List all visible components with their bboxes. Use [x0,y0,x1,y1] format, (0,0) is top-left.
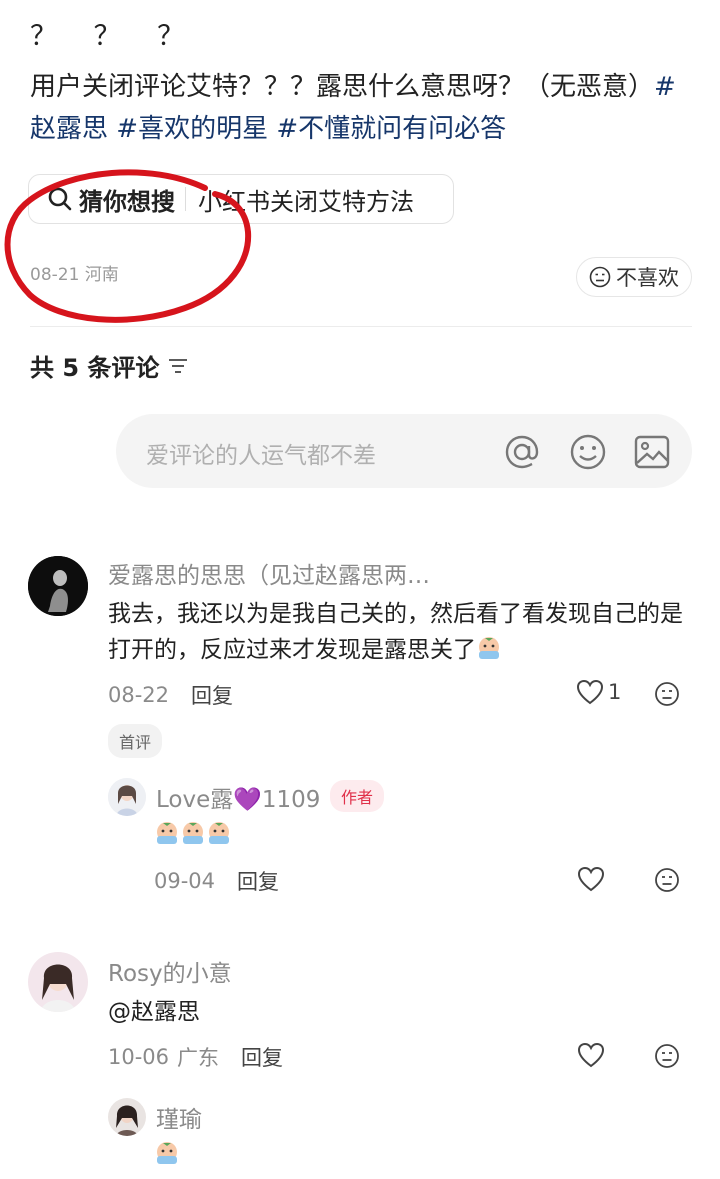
reply-button[interactable]: 回复 [241,1042,283,1072]
comment-meta: 10-06 广东 回复 [108,1042,283,1072]
sad-face-icon[interactable] [654,681,680,707]
comment-count-header: 共 5 条评论 [30,348,189,383]
guess-search-chip[interactable]: 猜你想搜 小红书关闭艾特方法 [28,174,454,224]
comment-username[interactable]: Rosy的小意 [108,954,232,988]
crying-emoji-icon [479,637,499,659]
crying-emoji-icon [183,822,203,844]
guess-search-query[interactable]: 小红书关闭艾特方法 [198,182,414,217]
heart-icon[interactable] [576,679,604,705]
comment-location: 广东 [177,1046,220,1070]
crying-emoji-icon [157,822,177,844]
comment-date: 08-22 [108,683,170,707]
comment-text: 我去，我还以为是我自己关的，然后看了看发现自己的是打开的，反应过来才发现是露思关… [108,596,688,668]
avatar-photo [108,778,146,816]
reply-emojis [154,820,232,846]
avatar-photo [108,1098,146,1136]
emoji-icon[interactable] [568,432,608,472]
sad-face-icon [589,266,611,288]
post-location: 河南 [84,265,119,285]
mention-icon[interactable] [502,432,542,472]
comment-username[interactable]: 爱露思的思思（见过赵露思两… [108,556,430,590]
reply-date: 09-04 [154,869,216,893]
author-badge: 作者 [330,780,385,812]
chip-divider [185,187,186,211]
heart-icon[interactable] [577,866,605,892]
post-text: 用户关闭评论艾特？？？露思什么意思呀？（无恶意）#赵露思 #喜欢的明星 #不懂就… [30,66,680,150]
search-icon [48,187,72,211]
guess-search-label: 猜你想搜 [79,187,175,216]
image-icon[interactable] [632,432,672,472]
divider [30,326,692,327]
post-date-location: 08-21 河南 [30,260,119,285]
sort-filter-icon[interactable] [167,357,189,375]
avatar[interactable] [28,952,88,1012]
crying-emoji-icon [209,822,229,844]
reply-emojis [154,1140,180,1166]
like-count: 1 [608,680,622,704]
avatar[interactable] [108,778,146,816]
avatar-photo [28,556,88,616]
post-text-plain: 用户关闭评论艾特？？？露思什么意思呀？（无恶意） [30,72,655,102]
comment-count: 共 5 条评论 [30,354,160,382]
comment-date: 10-06 [108,1045,170,1069]
comment-meta: 08-22 回复 [108,680,233,710]
comment-input[interactable]: 爱评论的人运气都不差 [116,414,692,488]
avatar[interactable] [108,1098,146,1136]
dislike-button[interactable]: 不喜欢 [576,257,692,297]
dislike-label: 不喜欢 [616,266,679,290]
reply-button[interactable]: 回复 [237,866,279,896]
hashtag-favorite-star[interactable]: #喜欢的明星 [116,114,268,144]
sad-face-icon[interactable] [654,867,680,893]
reply-button[interactable]: 回复 [191,680,233,710]
first-comment-badge: 首评 [108,724,163,758]
sad-face-icon[interactable] [654,1043,680,1069]
hashtag-ask[interactable]: #不懂就问有问必答 [276,114,506,144]
comment-text: @赵露思 [108,999,200,1025]
reply-meta: 09-04 回复 [154,866,279,896]
heart-icon[interactable] [577,1042,605,1068]
crying-emoji-icon [157,1142,177,1164]
reply-username[interactable]: Love露💜1109 [156,780,320,814]
comment-placeholder: 爱评论的人运气都不差 [146,443,376,469]
post-question-marks: ？ ？ ？ [30,21,199,52]
avatar-photo [28,952,88,1012]
post-date: 08-21 [30,265,80,285]
avatar[interactable] [28,556,88,616]
comment-text-body: 我去，我还以为是我自己关的，然后看了看发现自己的是打开的，反应过来才发现是露思关… [108,601,683,663]
reply-username[interactable]: 瑾瑜 [156,1100,202,1134]
